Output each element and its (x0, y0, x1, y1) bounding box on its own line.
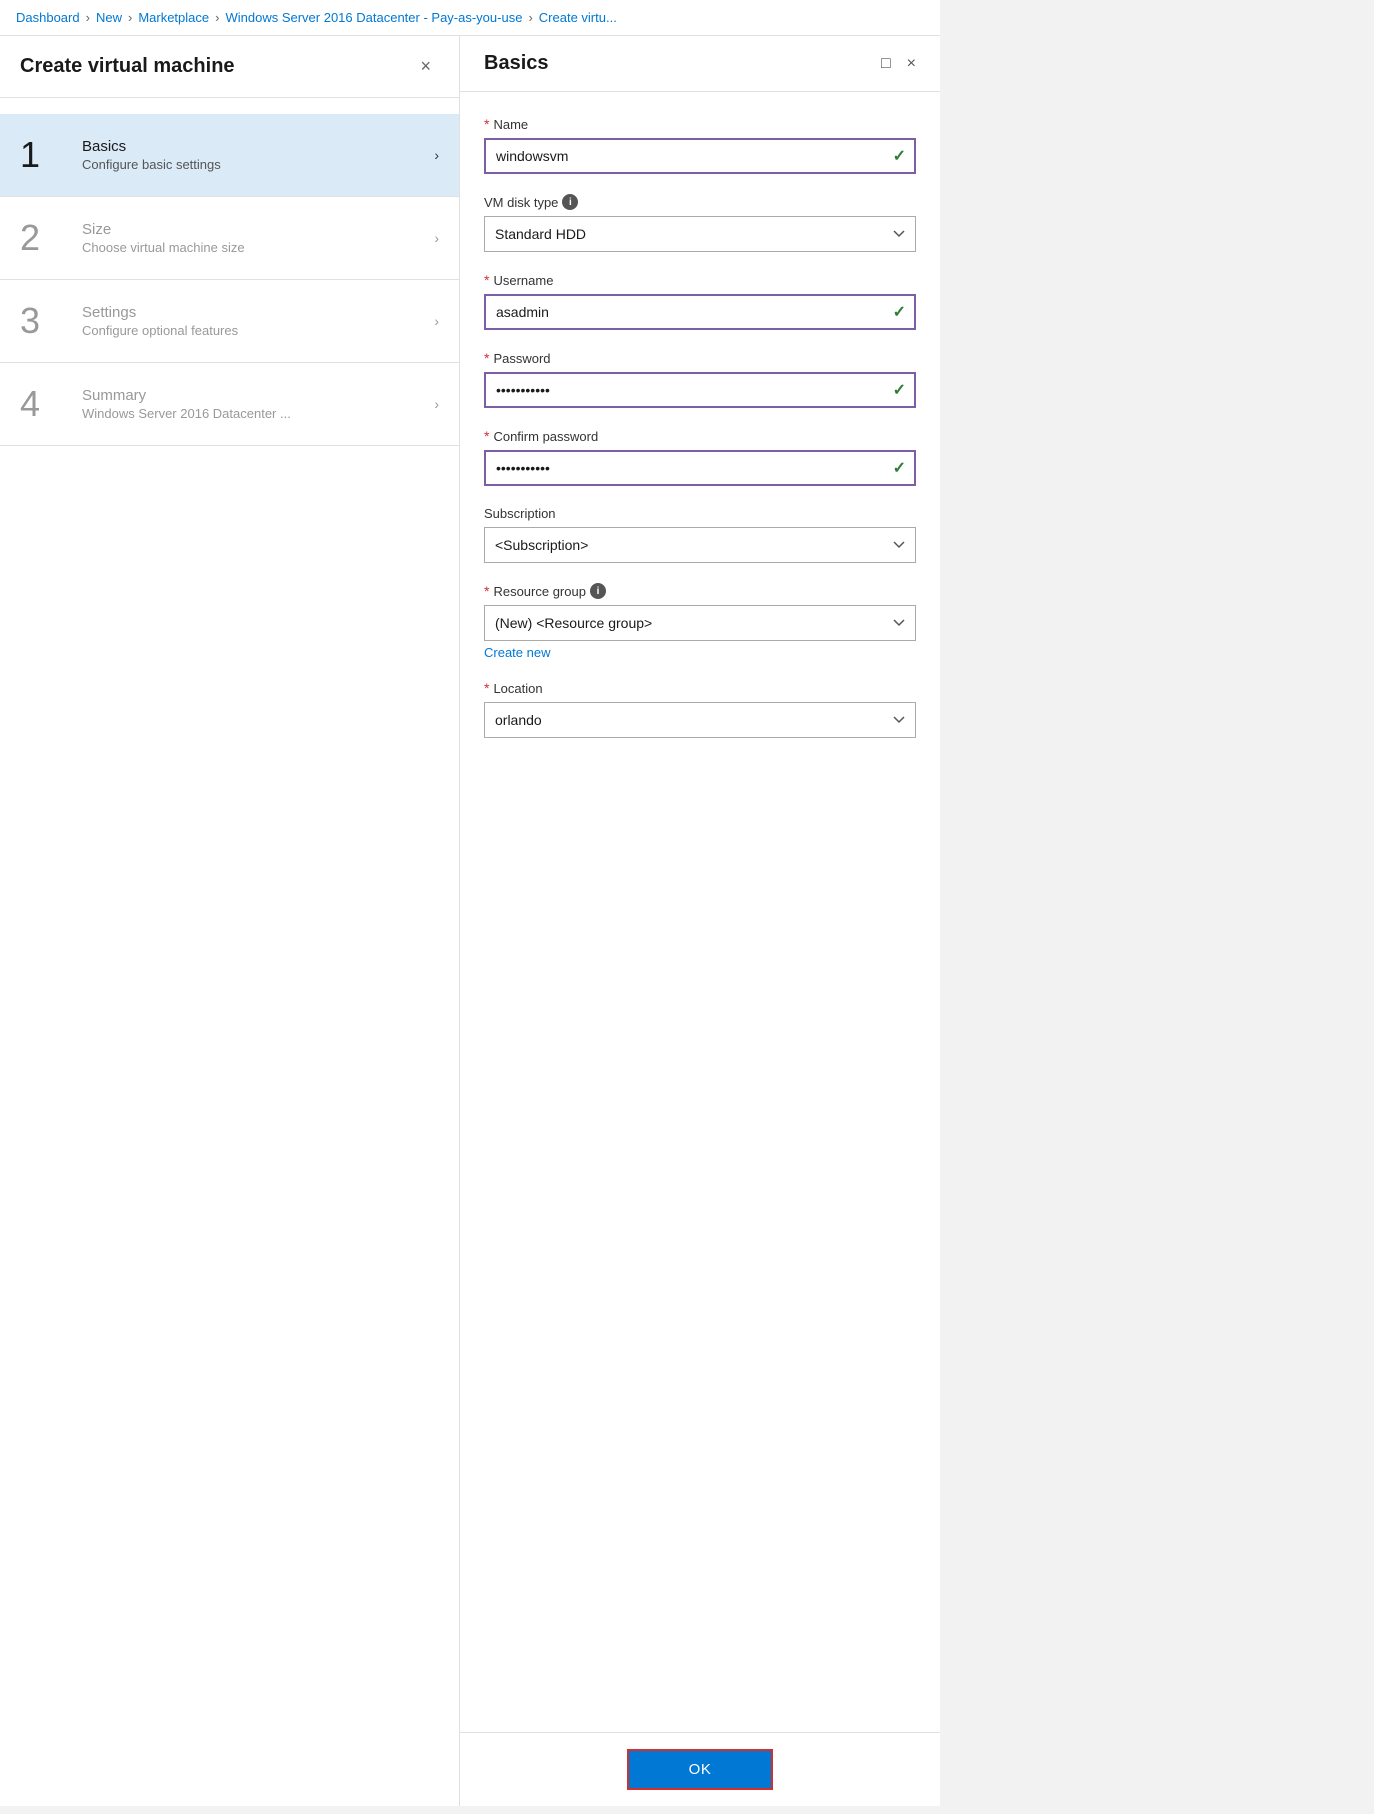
right-panel: Basics □ × * Name ✓ VM dis (460, 36, 940, 1806)
step-item-settings[interactable]: 3 Settings Configure optional features › (0, 280, 459, 363)
username-check-icon: ✓ (893, 302, 906, 322)
confirm-password-input[interactable] (484, 450, 916, 486)
confirm-password-required-star: * (484, 428, 489, 444)
step-item-size[interactable]: 2 Size Choose virtual machine size › (0, 197, 459, 280)
name-input-wrapper: ✓ (484, 138, 916, 174)
main-container: Create virtual machine × 1 Basics Config… (0, 36, 940, 1806)
form-group-location: * Location orlando eastus westus (484, 680, 916, 738)
breadcrumb-sep-1: › (86, 10, 90, 25)
resource-group-info-icon[interactable]: i (590, 583, 606, 599)
breadcrumb-sep-2: › (128, 10, 132, 25)
password-label: * Password (484, 350, 916, 366)
confirm-password-label: * Confirm password (484, 428, 916, 444)
resource-group-label-text: Resource group (493, 584, 586, 599)
step-title-summary: Summary (82, 387, 426, 404)
name-label: * Name (484, 116, 916, 132)
vm-disk-type-label: VM disk type i (484, 194, 916, 210)
breadcrumb-product[interactable]: Windows Server 2016 Datacenter - Pay-as-… (225, 10, 522, 25)
ok-button[interactable]: OK (627, 1749, 774, 1790)
breadcrumb-sep-4: › (528, 10, 532, 25)
left-panel: Create virtual machine × 1 Basics Config… (0, 36, 460, 1806)
minimize-button[interactable]: □ (881, 55, 891, 73)
step-number-2: 2 (20, 217, 70, 259)
password-input[interactable] (484, 372, 916, 408)
password-input-wrapper: ✓ (484, 372, 916, 408)
step-desc-summary: Windows Server 2016 Datacenter ... (82, 406, 426, 421)
name-check-icon: ✓ (893, 146, 906, 166)
name-label-text: Name (493, 117, 528, 132)
subscription-label-text: Subscription (484, 506, 556, 521)
right-header-actions: □ × (881, 55, 916, 73)
right-panel-close-button[interactable]: × (907, 55, 916, 73)
step-desc-size: Choose virtual machine size (82, 240, 426, 255)
breadcrumb-dashboard[interactable]: Dashboard (16, 10, 80, 25)
step-chevron-4: › (434, 396, 439, 412)
step-title-basics: Basics (82, 138, 426, 155)
form-group-vm-disk-type: VM disk type i Standard HDD Standard SSD… (484, 194, 916, 252)
subscription-select[interactable]: <Subscription> (484, 527, 916, 563)
username-input-wrapper: ✓ (484, 294, 916, 330)
form-area: * Name ✓ VM disk type i Standard HDD Sta… (460, 92, 940, 1732)
step-title-size: Size (82, 221, 426, 238)
step-content-2: Size Choose virtual machine size (82, 221, 426, 255)
step-content-4: Summary Windows Server 2016 Datacenter .… (82, 387, 426, 421)
confirm-password-label-text: Confirm password (493, 429, 598, 444)
step-number-3: 3 (20, 300, 70, 342)
step-item-summary[interactable]: 4 Summary Windows Server 2016 Datacenter… (0, 363, 459, 446)
create-new-link[interactable]: Create new (484, 645, 550, 660)
location-select[interactable]: orlando eastus westus (484, 702, 916, 738)
step-chevron-2: › (434, 230, 439, 246)
step-content-3: Settings Configure optional features (82, 304, 426, 338)
breadcrumb-current: Create virtu... (539, 10, 617, 25)
location-required-star: * (484, 680, 489, 696)
name-required-star: * (484, 116, 489, 132)
password-required-star: * (484, 350, 489, 366)
name-input[interactable] (484, 138, 916, 174)
step-item-basics[interactable]: 1 Basics Configure basic settings › (0, 114, 459, 197)
confirm-password-check-icon: ✓ (893, 458, 906, 478)
vm-disk-type-select[interactable]: Standard HDD Standard SSD Premium SSD (484, 216, 916, 252)
username-label: * Username (484, 272, 916, 288)
location-label-text: Location (493, 681, 542, 696)
form-group-resource-group: * Resource group i (New) <Resource group… (484, 583, 916, 660)
username-required-star: * (484, 272, 489, 288)
breadcrumb-marketplace[interactable]: Marketplace (138, 10, 209, 25)
right-panel-title: Basics (484, 52, 549, 75)
step-desc-basics: Configure basic settings (82, 157, 426, 172)
resource-group-required-star: * (484, 583, 489, 599)
step-content-1: Basics Configure basic settings (82, 138, 426, 172)
steps-list: 1 Basics Configure basic settings › 2 Si… (0, 98, 459, 1806)
breadcrumb: Dashboard › New › Marketplace › Windows … (0, 0, 940, 36)
step-desc-settings: Configure optional features (82, 323, 426, 338)
form-group-password: * Password ✓ (484, 350, 916, 408)
step-title-settings: Settings (82, 304, 426, 321)
form-group-confirm-password: * Confirm password ✓ (484, 428, 916, 486)
subscription-label: Subscription (484, 506, 916, 521)
confirm-password-input-wrapper: ✓ (484, 450, 916, 486)
resource-group-select[interactable]: (New) <Resource group> (484, 605, 916, 641)
username-input[interactable] (484, 294, 916, 330)
right-header: Basics □ × (460, 36, 940, 92)
password-check-icon: ✓ (893, 380, 906, 400)
username-label-text: Username (493, 273, 553, 288)
step-chevron-1: › (434, 147, 439, 163)
form-group-subscription: Subscription <Subscription> (484, 506, 916, 563)
breadcrumb-new[interactable]: New (96, 10, 122, 25)
step-chevron-3: › (434, 313, 439, 329)
password-label-text: Password (493, 351, 550, 366)
location-label: * Location (484, 680, 916, 696)
left-header: Create virtual machine × (0, 36, 459, 98)
form-group-name: * Name ✓ (484, 116, 916, 174)
step-number-4: 4 (20, 383, 70, 425)
footer: OK (460, 1732, 940, 1806)
vm-disk-type-label-text: VM disk type (484, 195, 558, 210)
left-panel-title: Create virtual machine (20, 55, 235, 78)
vm-disk-type-info-icon[interactable]: i (562, 194, 578, 210)
form-group-username: * Username ✓ (484, 272, 916, 330)
breadcrumb-sep-3: › (215, 10, 219, 25)
step-number-1: 1 (20, 134, 70, 176)
left-panel-close-button[interactable]: × (412, 52, 439, 81)
resource-group-label: * Resource group i (484, 583, 916, 599)
